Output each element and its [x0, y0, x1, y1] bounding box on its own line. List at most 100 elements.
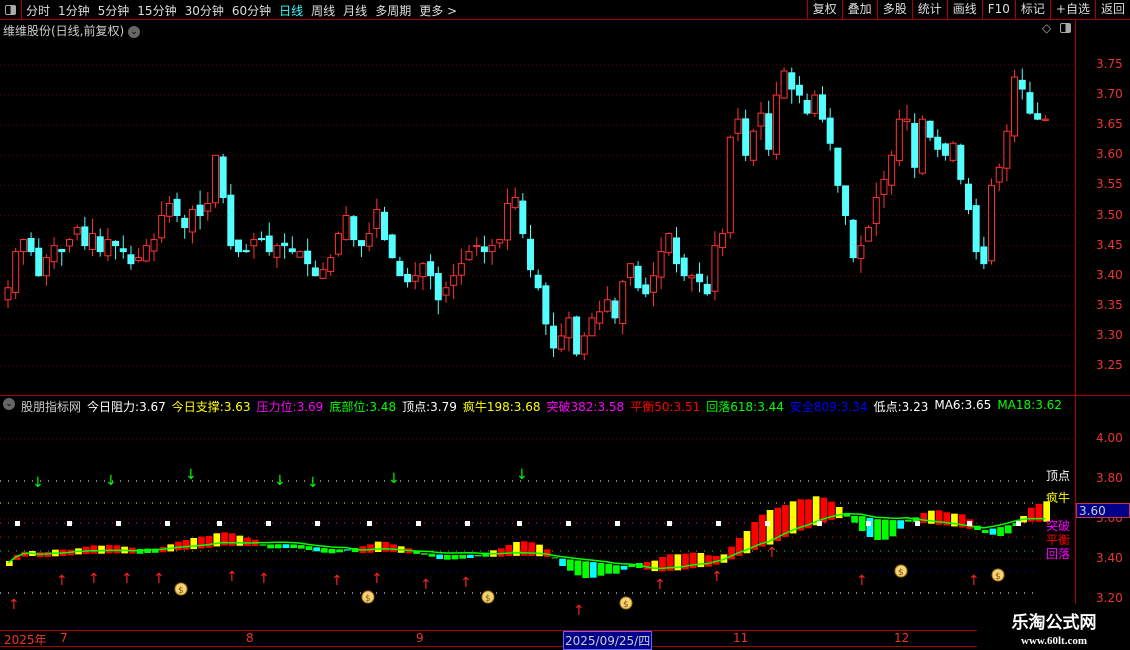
- marker-square: [915, 521, 920, 526]
- candle-body: [373, 208, 381, 229]
- candle-body: [757, 112, 765, 127]
- candle-body: [895, 118, 903, 162]
- candle-body: [65, 239, 73, 247]
- candle-body: [842, 185, 850, 216]
- up-arrow-icon: ↑: [460, 575, 472, 591]
- ribbon-bar: [367, 544, 374, 553]
- ribbon-bar: [759, 514, 766, 547]
- indicator-number: 3.65: [964, 398, 992, 412]
- ribbon-bar: [582, 561, 589, 578]
- down-arrow-icon: ↓: [274, 473, 286, 489]
- marker-square: [1016, 521, 1021, 526]
- current-value-label: 3.60: [1076, 503, 1130, 518]
- candle-body: [634, 265, 642, 289]
- candle-body: [419, 263, 427, 278]
- marker-square: [765, 521, 770, 526]
- ribbon-bar: [267, 544, 274, 549]
- chart-canvas[interactable]: ↓ ↓ ↓ ↓ ↓ ↓ ↓↑↑ ↑ ↑ ↑ ↑ ↑ ↑ ↑ ↑ ↑↑↑ ↑↑↑ ↑$$ $$$ $: [0, 0, 1130, 650]
- marker-square: [465, 521, 470, 526]
- level-label: 疯牛: [1046, 491, 1071, 505]
- candle-body: [434, 273, 442, 301]
- candle-body: [196, 204, 204, 216]
- candle-body: [926, 120, 934, 138]
- money-bag-icon: $: [485, 594, 491, 604]
- candle-body: [849, 219, 857, 259]
- candle-body: [749, 130, 757, 161]
- candle-body: [542, 285, 550, 325]
- candle-body: [527, 238, 534, 271]
- marker-square: [416, 521, 421, 526]
- candle-body: [188, 208, 196, 233]
- date-label: 8: [246, 631, 254, 645]
- indicator-tick: 4.00: [1096, 431, 1123, 445]
- candle-body: [596, 311, 604, 324]
- candle-body: [135, 257, 143, 262]
- ribbon-bar: [443, 555, 451, 560]
- candle-body: [742, 118, 750, 156]
- money-bag-icon: $: [178, 586, 184, 596]
- marker-square: [517, 521, 522, 526]
- indicator-value: 低点:3.23: [874, 398, 929, 415]
- candle-body: [19, 239, 27, 253]
- indicator-label: 突破382:: [546, 400, 598, 414]
- ribbon-bar: [905, 519, 912, 522]
- marker-square: [615, 521, 620, 526]
- indicator-label: 压力位:: [256, 400, 297, 414]
- ribbon-bar: [467, 554, 474, 558]
- down-arrow-icon: ↓: [307, 475, 319, 491]
- candle-body: [903, 118, 911, 123]
- ribbon-bar: [113, 545, 121, 554]
- candle-body: [365, 233, 373, 247]
- level-label: 顶点: [1046, 469, 1071, 483]
- candle-body: [96, 236, 104, 253]
- ribbon-bar: [920, 513, 928, 523]
- candle-body: [626, 263, 634, 278]
- candle-body: [964, 183, 972, 210]
- indicator-number: 3.34: [840, 400, 868, 414]
- indicator-label: 低点:: [873, 400, 902, 414]
- indicator-label: 今日支撑:: [171, 400, 224, 414]
- candle-body: [941, 143, 949, 156]
- candle-body: [404, 273, 412, 283]
- ribbon-bar: [175, 541, 182, 551]
- marker-square: [367, 521, 372, 526]
- indicator-label: MA6:: [934, 398, 965, 412]
- candle-body: [911, 122, 919, 168]
- ribbon-bar: [420, 553, 428, 555]
- ribbon-bar: [236, 535, 244, 546]
- ribbon-bar: [297, 545, 305, 549]
- ribbon-bar: [866, 517, 874, 537]
- indicator-number: 3.48: [369, 400, 397, 414]
- ribbon-bar: [889, 520, 897, 537]
- ribbon-bar: [436, 554, 443, 559]
- up-arrow-icon: ↑: [8, 597, 20, 613]
- up-arrow-icon: ↑: [711, 569, 723, 585]
- candle-body: [649, 275, 657, 293]
- candle-body: [304, 250, 312, 265]
- ribbon-bar: [336, 549, 344, 553]
- price-tick: 3.50: [1096, 207, 1123, 222]
- chevron-down-icon[interactable]: ⌄: [3, 398, 15, 410]
- candle-body: [165, 202, 173, 217]
- indicator-label: MA18:: [997, 398, 1036, 412]
- candle-body: [50, 245, 58, 263]
- candle-body: [258, 238, 266, 241]
- axis-divider: [1075, 20, 1076, 630]
- indicator-value: 压力位:3.69: [257, 398, 324, 415]
- up-arrow-icon: ↑: [153, 571, 165, 587]
- candle-body: [957, 144, 965, 180]
- marker-square: [566, 521, 571, 526]
- ribbon-bar: [851, 515, 858, 523]
- candle-body: [296, 251, 304, 258]
- ribbon-bar: [620, 565, 628, 570]
- candle-body: [158, 215, 166, 239]
- marker-square: [967, 521, 972, 526]
- ribbon-bar: [1004, 525, 1012, 534]
- candle-body: [1034, 113, 1042, 120]
- indicator-name[interactable]: 股朋指标网: [21, 398, 81, 415]
- date-axis: 2025年 7 8 9 11 12 2025/09/25/四: [0, 631, 977, 650]
- candle-body: [988, 184, 996, 262]
- candle-body: [496, 239, 504, 244]
- up-arrow-icon: ↑: [88, 571, 100, 587]
- candle-body: [342, 215, 350, 241]
